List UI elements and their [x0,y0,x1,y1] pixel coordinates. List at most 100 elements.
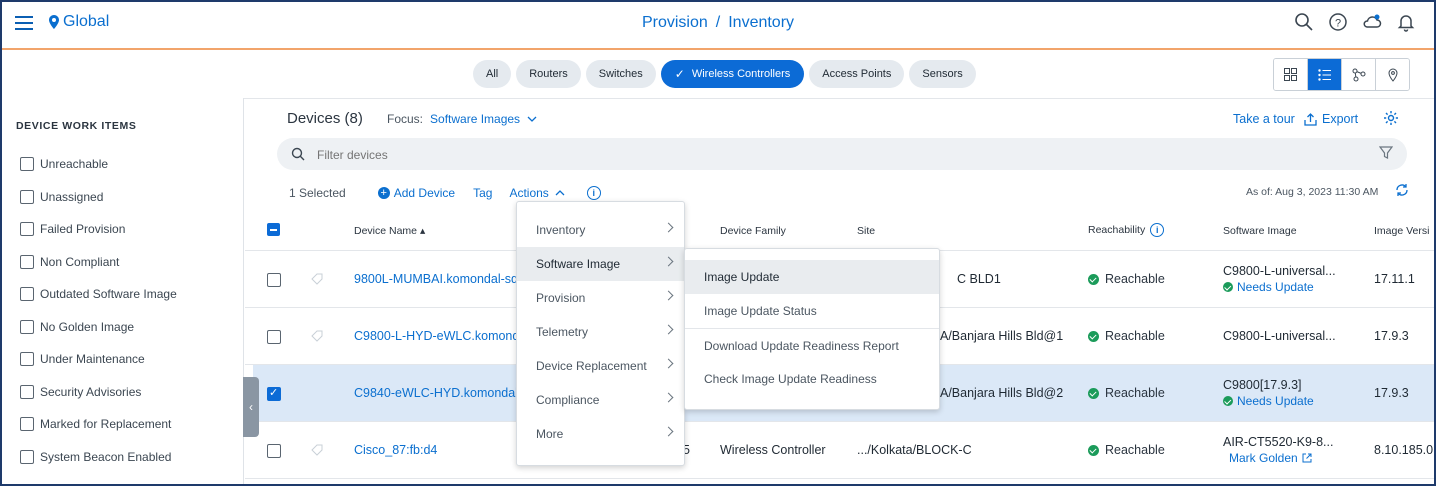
row-checkbox[interactable] [267,386,281,401]
work-item-security-advisories[interactable]: Security Advisories [20,376,177,409]
work-items-sidebar: DEVICE WORK ITEMS Unreachable Unassigned… [2,98,244,484]
work-item-unreachable[interactable]: Unreachable [20,148,177,181]
bell-icon[interactable] [1396,12,1416,32]
column-software-image[interactable]: Software Image [1223,225,1297,237]
gear-icon[interactable] [1383,110,1399,126]
needs-update-link[interactable]: Needs Update [1223,280,1336,294]
needs-update-link[interactable]: Needs Update [1223,394,1314,408]
mark-golden-link[interactable]: Mark Golden [1223,451,1333,465]
actions-dropdown[interactable]: Actions [509,186,565,200]
export-button[interactable]: Export [1304,112,1358,126]
column-reachability[interactable]: Reachability i [1088,223,1165,237]
checkbox[interactable] [20,384,34,399]
help-icon[interactable]: ? [1328,12,1348,32]
list-view-button[interactable] [1308,59,1342,90]
column-device-name[interactable]: Device Name ▴ [354,225,425,237]
checkbox[interactable] [20,449,34,464]
checkbox[interactable] [20,319,34,334]
reachable-icon [1088,273,1099,285]
submenu-item-check-readiness[interactable]: Check Image Update Readiness [685,362,939,396]
take-a-tour-link[interactable]: Take a tour [1233,112,1295,126]
menu-item-software-image[interactable]: Software Image [517,247,684,281]
filter-routers[interactable]: Routers [516,60,581,88]
filter-switches[interactable]: Switches [585,60,656,88]
focus-dropdown[interactable]: Software Images [430,112,520,126]
checkbox[interactable] [20,352,34,367]
tag-icon[interactable] [311,330,323,342]
sort-ascending-icon: ▴ [419,225,426,237]
reachable-icon [1088,444,1099,456]
reachability-cell: Reachable [1088,272,1165,286]
cloud-icon[interactable] [1362,12,1382,32]
filter-devices-input[interactable] [315,144,1319,166]
menu-item-provision[interactable]: Provision [517,281,684,315]
tag-button[interactable]: Tag [473,186,492,200]
image-version-cell: 17.9.3 [1374,329,1409,343]
work-item-failed-provision[interactable]: Failed Provision [20,213,177,246]
submenu-item-image-update[interactable]: Image Update [685,260,939,294]
info-icon[interactable]: i [1150,223,1165,237]
device-family-cell: Wireless Controller [720,443,826,457]
device-name-link[interactable]: 9800L-MUMBAI.komondal-sda [354,272,525,286]
checkbox[interactable] [20,157,34,172]
table-row[interactable]: Cisco_87:fb:d4 5 Wireless Controller ...… [245,422,1434,479]
work-item-system-beacon-enabled[interactable]: System Beacon Enabled [20,441,177,474]
device-name-link[interactable]: C9800-L-HYD-eWLC.komond [354,329,519,343]
filter-funnel-icon[interactable] [1379,146,1393,160]
column-device-family[interactable]: Device Family [720,225,786,237]
menu-item-telemetry[interactable]: Telemetry [517,315,684,349]
column-image-version[interactable]: Image Versi [1374,225,1429,237]
breadcrumb-separator: / [715,14,721,31]
work-item-outdated-software-image[interactable]: Outdated Software Image [20,278,177,311]
reachability-cell: Reachable [1088,443,1165,457]
chevron-down-icon[interactable] [527,116,537,122]
breadcrumb-provision[interactable]: Provision [642,14,708,31]
site-cell: C BLD1 [957,272,1001,286]
tag-icon[interactable] [311,444,323,456]
topology-view-button[interactable] [1342,59,1376,90]
submenu-item-image-update-status[interactable]: Image Update Status [685,294,939,328]
filter-all[interactable]: All [473,60,512,88]
checkbox[interactable] [20,254,34,269]
checkbox[interactable] [20,287,34,302]
search-icon[interactable] [1294,12,1314,32]
sidebar-collapse-handle[interactable]: ‹ [243,377,259,437]
row-checkbox[interactable] [267,330,281,344]
work-item-no-golden-image[interactable]: No Golden Image [20,311,177,344]
menu-item-more[interactable]: More [517,417,684,451]
chevron-right-icon [663,290,674,301]
svg-text:?: ? [1335,18,1341,30]
column-site[interactable]: Site [857,225,875,237]
device-name-link[interactable]: Cisco_87:fb:d4 [354,443,437,457]
menu-item-inventory[interactable]: Inventory [517,213,684,247]
work-item-non-compliant[interactable]: Non Compliant [20,246,177,279]
add-device-button[interactable]: + Add Device [377,186,455,200]
checkbox[interactable] [20,222,34,237]
work-item-marked-for-replacement[interactable]: Marked for Replacement [20,408,177,441]
info-icon[interactable]: i [586,186,601,200]
device-name-link[interactable]: C9840-eWLC-HYD.komondal- [354,386,522,400]
filter-sensors[interactable]: Sensors [909,60,976,88]
select-all-checkbox[interactable] [267,223,280,236]
row-checkbox[interactable] [267,444,281,458]
work-item-unassigned[interactable]: Unassigned [20,181,177,214]
list-icon [1317,68,1331,81]
grid-view-button[interactable] [1274,59,1308,90]
menu-item-device-replacement[interactable]: Device Replacement [517,349,684,383]
row-checkbox[interactable] [267,273,281,287]
page-title: Provision / Inventory [2,14,1434,32]
tag-icon[interactable] [311,273,323,285]
last-updated-timestamp: As of: Aug 3, 2023 11:30 AM [1246,186,1379,198]
menu-item-compliance[interactable]: Compliance [517,383,684,417]
focus-selector: Focus: Software Images [387,112,537,126]
checkbox[interactable] [20,189,34,204]
submenu-item-download-readiness-report[interactable]: Download Update Readiness Report [685,328,939,362]
filter-access-points[interactable]: Access Points [809,60,905,88]
chevron-right-icon [663,358,674,369]
chevron-right-icon [663,392,674,403]
filter-wireless-controllers[interactable]: ✓ Wireless Controllers [660,60,805,88]
map-view-button[interactable] [1376,59,1409,90]
refresh-icon[interactable] [1395,183,1409,197]
work-item-under-maintenance[interactable]: Under Maintenance [20,343,177,376]
checkbox[interactable] [20,417,34,432]
